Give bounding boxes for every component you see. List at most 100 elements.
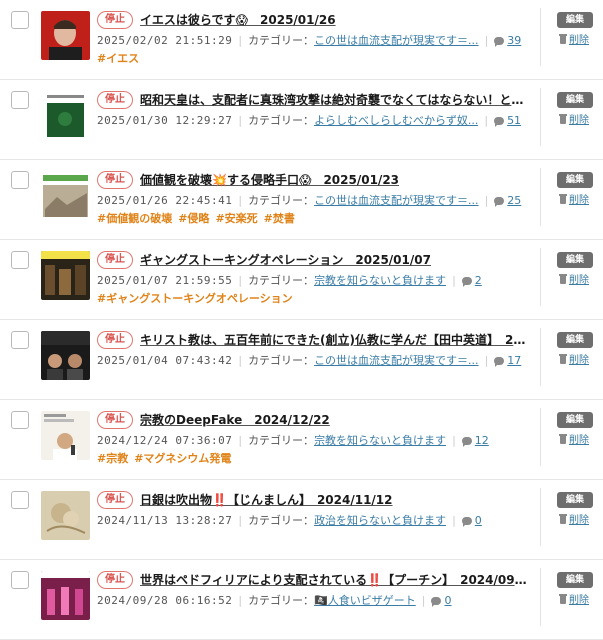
delete-link[interactable]: 削除: [559, 431, 589, 446]
tag[interactable]: #ギャングストーキングオペレーション: [97, 292, 293, 305]
category-link[interactable]: 宗教を知らないと負けます: [314, 273, 446, 288]
post-thumbnail[interactable]: [41, 251, 90, 300]
comment-count-link[interactable]: 0: [431, 593, 451, 608]
comment-count-link[interactable]: 12: [461, 433, 489, 448]
select-checkbox[interactable]: [11, 251, 29, 269]
comment-count: 0: [474, 514, 482, 527]
delete-link[interactable]: 削除: [559, 31, 589, 46]
comment-icon: [461, 436, 472, 447]
tag[interactable]: #マグネシウム発電: [134, 452, 231, 465]
tag-list: #価値観の破壊 #侵略 #安楽死 #焚書: [97, 212, 537, 226]
comment-icon: [431, 596, 442, 607]
trash-icon: [559, 353, 567, 364]
post-title[interactable]: 世界はペドフィリアにより支配されている‼️【プーチン】 2024/09/27: [140, 572, 528, 588]
delete-link[interactable]: 削除: [559, 191, 589, 206]
status-badge: 停止: [97, 91, 133, 109]
post-thumbnail[interactable]: [41, 91, 90, 140]
post-title[interactable]: 昭和天皇は、支配者に真珠湾攻撃は絶対奇襲でなくてはならない！と要請しまし...: [140, 92, 528, 108]
category-label: カテゴリー：: [248, 274, 315, 287]
post-thumbnail[interactable]: [41, 411, 90, 460]
category-link[interactable]: 🏴‍☠️人食いビザゲート: [314, 593, 416, 608]
post-title[interactable]: キリスト教は、五百年前にできた(創立)仏教に学んだ【田中英道】 2024/12/…: [140, 332, 528, 348]
category-link[interactable]: よらしむべしらしむべからず奴...: [314, 113, 478, 128]
comment-count: 12: [474, 434, 489, 447]
post-thumbnail[interactable]: [41, 491, 90, 540]
column-divider: [540, 168, 541, 226]
edit-button[interactable]: 編集: [557, 172, 593, 188]
delete-link[interactable]: 削除: [559, 271, 589, 286]
comment-count-link[interactable]: 25: [494, 193, 521, 208]
category-link[interactable]: この世は血流支配が現実です＝...: [314, 353, 479, 368]
category-label: カテゴリー：: [248, 594, 315, 607]
post-date: 2024/11/13 13:28:27: [97, 514, 233, 527]
post-title[interactable]: 価値観を破壊💥する侵略手口😱 2025/01/23: [140, 172, 528, 188]
post-thumbnail[interactable]: [41, 171, 90, 220]
select-checkbox[interactable]: [11, 11, 29, 29]
post-title[interactable]: ギャングストーキングオペレーション 2025/01/07: [140, 252, 528, 268]
tag-list: #宗教 #マグネシウム発電: [97, 452, 537, 466]
comment-count-link[interactable]: 17: [494, 353, 521, 368]
category-link[interactable]: この世は血流支配が現実です＝...: [314, 193, 479, 208]
edit-button[interactable]: 編集: [557, 332, 593, 348]
post-meta: 2025/01/07 21:59:55 | カテゴリー： 宗教を知らないと負けま…: [97, 273, 537, 288]
delete-link[interactable]: 削除: [559, 111, 589, 126]
tag-list: #イエス: [97, 52, 537, 66]
edit-button[interactable]: 編集: [557, 492, 593, 508]
category-link[interactable]: 政治を知らないと負けます: [314, 513, 446, 528]
status-badge: 停止: [97, 571, 133, 589]
post-meta: 2024/09/28 06:16:52 | カテゴリー： 🏴‍☠️人食いビザゲー…: [97, 593, 537, 608]
comment-count: 2: [474, 274, 482, 287]
comment-count-link[interactable]: 39: [494, 33, 521, 48]
tag[interactable]: #イエス: [97, 52, 139, 65]
comment-icon: [494, 116, 505, 127]
column-divider: [540, 248, 541, 306]
column-divider: [540, 8, 541, 66]
select-checkbox[interactable]: [11, 331, 29, 349]
meta-divider: |: [238, 274, 243, 287]
select-checkbox[interactable]: [11, 491, 29, 509]
delete-link[interactable]: 削除: [559, 591, 589, 606]
post-thumbnail[interactable]: [41, 571, 90, 620]
category-label: カテゴリー：: [248, 514, 315, 527]
edit-button[interactable]: 編集: [557, 572, 593, 588]
post-title[interactable]: イエスは彼らです😱 2025/01/26: [140, 12, 528, 28]
post-title[interactable]: 宗教のDeepFake 2024/12/22: [140, 412, 528, 428]
select-checkbox[interactable]: [11, 171, 29, 189]
post-date: 2025/02/02 21:51:29: [97, 34, 233, 47]
trash-icon: [559, 593, 567, 604]
status-badge: 停止: [97, 251, 133, 269]
column-divider: [540, 568, 541, 626]
comment-icon: [461, 516, 472, 527]
edit-button[interactable]: 編集: [557, 12, 593, 28]
edit-button[interactable]: 編集: [557, 412, 593, 428]
meta-divider: |: [452, 434, 456, 447]
post-thumbnail[interactable]: [41, 11, 90, 60]
tag[interactable]: #価値観の破壊: [97, 212, 172, 225]
column-divider: [540, 328, 541, 386]
delete-label: 削除: [569, 435, 589, 446]
trash-icon: [559, 433, 567, 444]
comment-count: 51: [507, 114, 522, 127]
post-thumbnail[interactable]: [41, 331, 90, 380]
delete-link[interactable]: 削除: [559, 511, 589, 526]
category-link[interactable]: 宗教を知らないと負けます: [314, 433, 446, 448]
post-title[interactable]: 日銀は吹出物‼️【じんましん】 2024/11/12: [140, 492, 528, 508]
select-checkbox[interactable]: [11, 571, 29, 589]
category-link[interactable]: この世は血流支配が現実です＝...: [314, 33, 479, 48]
select-checkbox[interactable]: [11, 91, 29, 109]
tag[interactable]: #宗教: [97, 452, 128, 465]
tag[interactable]: #侵略: [178, 212, 209, 225]
tag[interactable]: #安楽死: [215, 212, 257, 225]
edit-button[interactable]: 編集: [557, 92, 593, 108]
delete-link[interactable]: 削除: [559, 351, 589, 366]
post-row: 停止 昭和天皇は、支配者に真珠湾攻撃は絶対奇襲でなくてはならない！と要請しまし.…: [0, 80, 603, 160]
edit-button[interactable]: 編集: [557, 252, 593, 268]
delete-label: 削除: [569, 195, 589, 206]
post-date: 2025/01/26 22:45:41: [97, 194, 233, 207]
comment-count-link[interactable]: 51: [494, 113, 521, 128]
select-checkbox[interactable]: [11, 411, 29, 429]
comment-count-link[interactable]: 2: [461, 273, 482, 288]
tag[interactable]: #焚書: [264, 212, 295, 225]
comment-count-link[interactable]: 0: [461, 513, 482, 528]
status-badge: 停止: [97, 171, 133, 189]
